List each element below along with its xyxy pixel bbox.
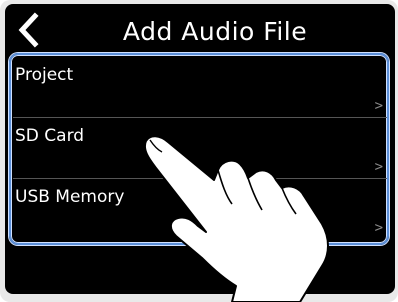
list-item-project[interactable]: Project > — [13, 57, 387, 118]
list-item-label: USB Memory — [15, 187, 125, 207]
chevron-right-icon: > — [374, 159, 383, 175]
touch-screen: Add Audio File Project > SD Card > USB M… — [5, 4, 395, 294]
list-item-label: SD Card — [15, 126, 85, 146]
chevron-right-icon: > — [374, 98, 383, 114]
source-list: Project > SD Card > USB Memory > — [13, 57, 387, 241]
chevron-left-icon — [18, 12, 39, 48]
list-item-usb-memory[interactable]: USB Memory > — [13, 179, 387, 239]
page-title: Add Audio File — [122, 17, 308, 46]
device-frame: Add Audio File Project > SD Card > USB M… — [0, 0, 398, 302]
back-button[interactable] — [11, 10, 45, 50]
list-item-sd-card[interactable]: SD Card > — [13, 118, 387, 179]
header: Add Audio File — [5, 4, 395, 56]
list-item-label: Project — [15, 65, 74, 85]
chevron-right-icon: > — [374, 220, 383, 236]
